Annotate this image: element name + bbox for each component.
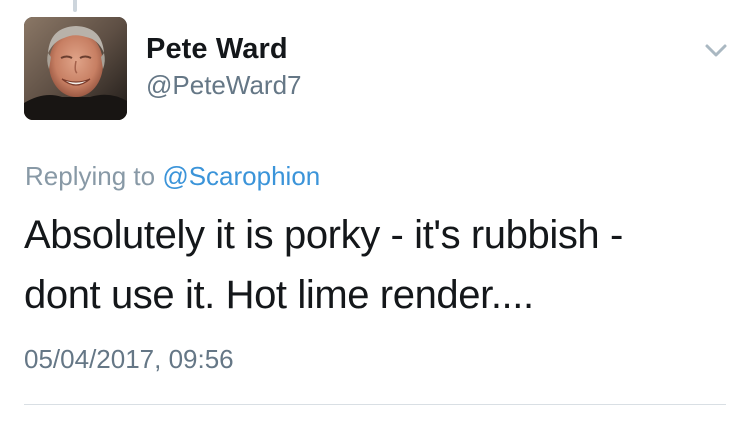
reply-prefix: Replying to (25, 161, 163, 191)
divider (24, 404, 726, 405)
thread-connector-line (73, 0, 77, 12)
tweet-detail: Pete Ward @PeteWard7 Replying to @Scarop… (0, 0, 750, 422)
reply-mention-link[interactable]: @Scarophion (162, 161, 320, 191)
reply-context: Replying to @Scarophion (25, 161, 320, 192)
chevron-down-icon[interactable] (703, 40, 729, 60)
profile-photo-icon (24, 17, 127, 120)
tweet-text: Absolutely it is porky - it's rubbish - … (24, 205, 724, 325)
avatar[interactable] (24, 17, 127, 120)
author-display-name[interactable]: Pete Ward (146, 33, 288, 66)
tweet-text-line: dont use it. Hot lime render.... (24, 273, 534, 317)
tweet-text-line: Absolutely it is porky - it's rubbish - (24, 213, 623, 257)
author-handle[interactable]: @PeteWard7 (146, 70, 302, 101)
tweet-timestamp[interactable]: 05/04/2017, 09:56 (24, 344, 234, 375)
